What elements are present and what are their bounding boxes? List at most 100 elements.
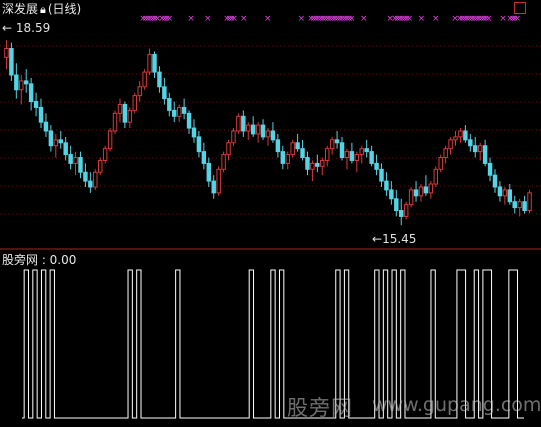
candle-body [369, 151, 374, 164]
signal-mark: × [406, 14, 414, 24]
candle-body [497, 186, 503, 197]
candle-body [132, 95, 137, 111]
candle-body [137, 86, 142, 97]
candle-body [260, 124, 266, 138]
signal-mark: × [432, 14, 440, 24]
signal-mark: × [348, 14, 356, 24]
candle-body [83, 171, 88, 182]
candle-body [14, 74, 19, 91]
candle-body [364, 148, 369, 153]
candle-body [468, 139, 473, 147]
candle-body [38, 106, 44, 123]
candle-body [206, 162, 212, 182]
candle-body [428, 183, 434, 194]
candle-body [522, 201, 527, 212]
candle-body [458, 130, 463, 138]
candle-body [147, 53, 152, 73]
candle-body [463, 130, 468, 141]
signal-mark: × [298, 14, 306, 24]
candle-body [250, 124, 256, 135]
candle-body [93, 171, 98, 188]
candle-body [275, 139, 281, 153]
candle-body [384, 180, 389, 191]
signal-mark: × [204, 14, 212, 24]
candle-body [359, 148, 364, 156]
signal-mark: × [240, 14, 248, 24]
candle-body [512, 201, 517, 209]
candle-body [23, 80, 29, 85]
candle-body [453, 136, 458, 141]
candle-body [320, 159, 325, 167]
candle-body [270, 130, 276, 141]
signal-mark: × [230, 14, 238, 24]
candle-body [408, 189, 414, 206]
candle-body [107, 130, 113, 150]
candle-body [477, 145, 483, 153]
candle-body [379, 168, 384, 182]
candle-body [176, 106, 182, 117]
candle-body [389, 189, 394, 200]
candle-body [191, 127, 197, 138]
candle-body [167, 98, 172, 111]
candle-body [418, 186, 424, 197]
signal-mark: × [187, 14, 195, 24]
candle-body [443, 148, 448, 159]
indicator-label: 股旁网 : 0.00 [2, 253, 77, 267]
candle-body [344, 151, 350, 159]
signal-mark: × [485, 14, 493, 24]
candle-body [334, 139, 340, 144]
candle-body [517, 201, 522, 209]
candle-body [236, 115, 241, 132]
candle-body [186, 112, 192, 129]
watermark-text: 股旁网 [287, 396, 353, 420]
candle-body [310, 162, 315, 170]
candle-body [290, 142, 295, 156]
candle-body [63, 142, 68, 156]
candle-body [285, 154, 290, 164]
stock-name: 深发展 [2, 2, 39, 16]
high-price-label: ← 18.59 [2, 21, 50, 35]
candle-body [28, 83, 34, 103]
signal-mark: × [166, 14, 174, 24]
candle-body [305, 157, 310, 170]
candle-body [502, 189, 508, 197]
candle-body [241, 115, 246, 132]
candle-body [102, 148, 108, 161]
candle-body [19, 80, 24, 91]
candle-body [413, 189, 419, 197]
candle-body [492, 174, 498, 188]
watermark-url: www.gupang.com [372, 394, 541, 416]
candle-body [300, 148, 305, 159]
candle-body [349, 151, 355, 161]
candle-body [231, 130, 236, 144]
candle-body [527, 192, 532, 212]
candle-body [487, 162, 493, 176]
low-value: 15.45 [382, 232, 417, 246]
candle-body [97, 159, 103, 173]
candle-body [295, 142, 300, 150]
candle-body [399, 210, 404, 217]
candle-body [48, 130, 54, 147]
candle-body [117, 103, 123, 114]
candle-body [448, 139, 453, 150]
candle-body [374, 162, 379, 170]
candle-body [9, 48, 14, 76]
lock-icon: 🔒︎ [40, 3, 46, 16]
candle-body [53, 139, 59, 147]
candle-body [172, 109, 177, 117]
candle-body [507, 189, 513, 203]
close-icon[interactable] [514, 2, 526, 14]
candle-body [196, 136, 202, 153]
chart-title: 深发展 🔒︎ (日线) [2, 2, 81, 17]
candle-body [58, 139, 63, 144]
candle-body [142, 71, 147, 88]
low-price-label: ←15.45 [372, 232, 416, 246]
candle-body [4, 48, 9, 58]
candle-body [433, 168, 439, 185]
high-arrow: ← [2, 21, 13, 35]
signal-mark: × [360, 14, 368, 24]
candle-body [122, 103, 128, 123]
candle-body [162, 86, 167, 100]
candle-body [221, 154, 226, 170]
candle-body [324, 148, 330, 161]
